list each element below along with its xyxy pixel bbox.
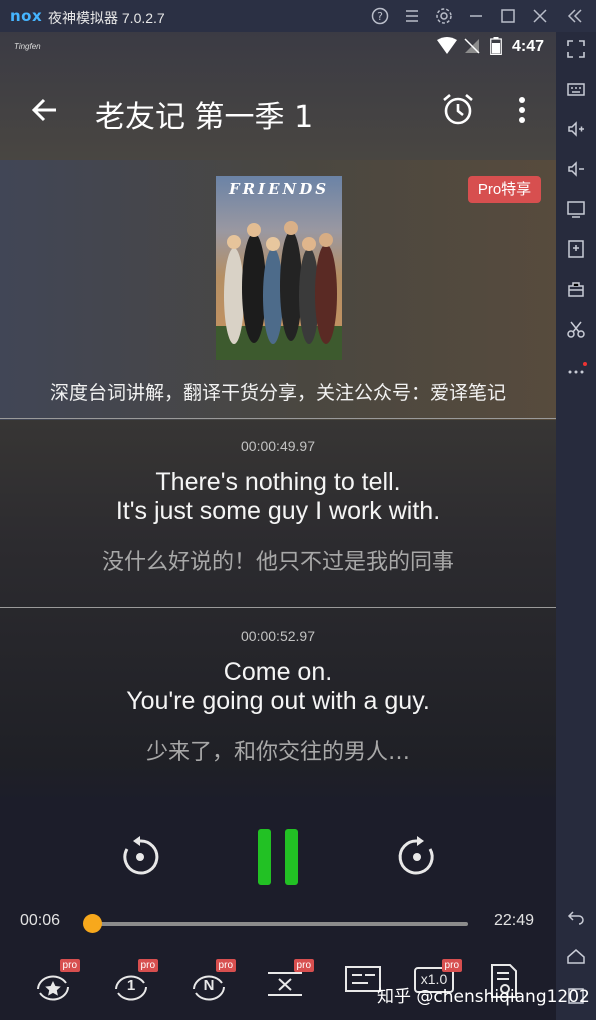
poster-cast-illustration [216,221,342,360]
cue-chinese-line: 没什么好说的！他只不过是我的同事 [101,550,454,575]
battery-icon [490,37,502,55]
settings-icon[interactable] [433,5,455,27]
pro-exclusive-badge[interactable]: Pro特享 [468,176,541,203]
keyboard-icon[interactable] [562,78,590,106]
fullscreen-icon[interactable] [562,38,590,66]
cover-caption: 深度台词讲解，翻译干货分享，关注公众号：爱译笔记 [49,382,506,404]
svg-text:?: ? [377,10,383,23]
rewind-icon[interactable] [118,835,162,879]
minimize-icon[interactable] [465,5,487,27]
progress-bar[interactable] [82,914,468,933]
status-app-label: Tingfen [14,42,41,51]
episode-poster[interactable]: FRIENDS [216,176,342,360]
pro-tag: pro [441,959,462,972]
volume-down-icon[interactable] [562,158,590,186]
cue-english-line: It's just some guy I work with. [115,497,441,525]
subtitle-cue[interactable]: 00:00:49.97 There's nothing to tell. It'… [0,438,556,576]
help-icon[interactable]: ? [369,5,391,27]
home-nav-icon[interactable] [562,945,590,973]
collapse-icon[interactable] [564,5,586,27]
cover-area: FRIENDS Pro特享 深度台词讲解，翻译干货分享，关注公众号：爱译笔记 [0,160,556,420]
cue-english-line: You're going out with a guy. [126,687,430,715]
back-arrow-icon[interactable] [26,92,62,128]
screen-icon[interactable] [562,198,590,226]
nox-logo: nox [10,7,43,25]
divider [0,418,556,419]
alarm-clock-icon[interactable] [438,90,478,130]
star-loop-icon [37,975,69,1001]
more-vert-icon[interactable] [508,92,536,128]
more-icon[interactable] [562,358,590,386]
apk-install-icon[interactable] [562,238,590,266]
maximize-icon[interactable] [497,5,519,27]
total-time: 22:49 [494,912,535,929]
pro-tag: pro [215,959,236,972]
watermark: 知乎 @chenshiqiang1202 [377,987,590,1007]
single-loop-button[interactable]: 1 pro [110,959,158,1007]
volume-up-icon[interactable] [562,118,590,146]
phone-screen: Tingfen 4:47 老友记 第一季 1 FRIENDS Pro特享 深度台… [0,32,556,1020]
current-time: 00:06 [20,912,61,929]
cue-chinese-line: 少来了，和你交往的男人… [145,740,410,765]
pro-tag: pro [137,959,158,972]
status-bar: Tingfen 4:47 [0,32,556,62]
pro-tag: pro [59,959,80,972]
pause-icon[interactable] [252,825,304,889]
divider [0,607,556,608]
scissors-icon[interactable] [562,318,590,346]
emulator-sidebar [556,32,596,1020]
n-loop-label: N [203,977,215,994]
emulator-title: 夜神模拟器 7.0.2.7 [48,10,165,26]
page-title: 老友记 第一季 1 [95,100,314,135]
n-loop-button[interactable]: N pro [188,959,236,1007]
cue-timestamp: 00:00:49.97 [241,438,315,454]
app-bar: 老友记 第一季 1 [0,62,556,160]
cue-english-line: Come on. [223,658,333,686]
subtitle-cue[interactable]: 00:00:52.97 Come on. You're going out wi… [0,628,556,766]
close-icon[interactable] [529,5,551,27]
toolbox-icon[interactable] [562,278,590,306]
hide-subtitle-button[interactable]: pro [266,959,314,1007]
status-time: 4:47 [512,38,545,55]
cue-timestamp: 00:00:52.97 [241,628,315,644]
no-signal-icon [464,38,480,54]
back-nav-icon[interactable] [562,905,590,933]
cue-english-line: There's nothing to tell. [155,468,401,496]
menu-icon[interactable] [401,5,423,27]
wifi-icon [437,37,457,54]
single-loop-label: 1 [126,977,136,994]
fast-forward-icon[interactable] [395,835,439,879]
pro-tag: pro [293,959,314,972]
favorite-loop-button[interactable]: pro [32,959,80,1007]
progress-knob[interactable] [82,914,102,933]
emulator-titlebar: nox 夜神模拟器 7.0.2.7 ? [0,0,596,32]
